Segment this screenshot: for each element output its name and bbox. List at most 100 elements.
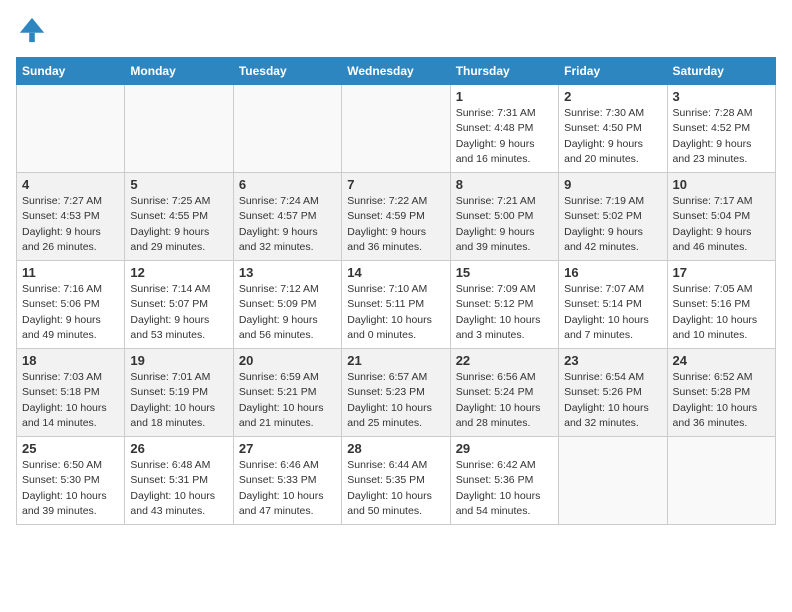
- day-number: 4: [22, 177, 119, 192]
- day-number: 12: [130, 265, 227, 280]
- day-info: Sunrise: 7:27 AMSunset: 4:53 PMDaylight:…: [22, 194, 119, 255]
- day-number: 6: [239, 177, 336, 192]
- day-info: Sunrise: 6:48 AMSunset: 5:31 PMDaylight:…: [130, 458, 227, 519]
- day-number: 7: [347, 177, 444, 192]
- page-header: [16, 16, 776, 49]
- day-number: 28: [347, 441, 444, 456]
- day-number: 15: [456, 265, 553, 280]
- day-number: 18: [22, 353, 119, 368]
- day-info: Sunrise: 7:01 AMSunset: 5:19 PMDaylight:…: [130, 370, 227, 431]
- calendar-week-2: 4 Sunrise: 7:27 AMSunset: 4:53 PMDaylight…: [17, 173, 776, 261]
- calendar-cell: 9Sunrise: 7:19 AMSunset: 5:02 PMDaylight…: [559, 173, 667, 261]
- day-number: 26: [130, 441, 227, 456]
- logo: [16, 16, 46, 49]
- calendar-cell: 4 Sunrise: 7:27 AMSunset: 4:53 PMDaylight…: [17, 173, 125, 261]
- calendar-cell: 5 Sunrise: 7:25 AMSunset: 4:55 PMDaylight…: [125, 173, 233, 261]
- day-info: Sunrise: 6:59 AMSunset: 5:21 PMDaylight:…: [239, 370, 336, 431]
- day-number: 22: [456, 353, 553, 368]
- calendar-cell: 29 Sunrise: 6:42 AMSunset: 5:36 PMDayligh…: [450, 437, 558, 525]
- day-info: Sunrise: 6:57 AMSunset: 5:23 PMDaylight:…: [347, 370, 444, 431]
- calendar-cell: 17 Sunrise: 7:05 AMSunset: 5:16 PMDayligh…: [667, 261, 775, 349]
- day-info: Sunrise: 6:52 AMSunset: 5:28 PMDaylight:…: [673, 370, 770, 431]
- day-info: Sunrise: 6:42 AMSunset: 5:36 PMDaylight:…: [456, 458, 553, 519]
- header-thursday: Thursday: [450, 58, 558, 85]
- day-info: Sunrise: 7:16 AMSunset: 5:06 PMDaylight:…: [22, 282, 119, 343]
- day-number: 13: [239, 265, 336, 280]
- calendar-cell: 20 Sunrise: 6:59 AMSunset: 5:21 PMDayligh…: [233, 349, 341, 437]
- calendar-cell: [667, 437, 775, 525]
- logo-icon: [18, 16, 46, 44]
- day-number: 20: [239, 353, 336, 368]
- calendar-cell: 10 Sunrise: 7:17 AMSunset: 5:04 PMDayligh…: [667, 173, 775, 261]
- calendar-body: 1 Sunrise: 7:31 AMSunset: 4:48 PMDaylight…: [17, 85, 776, 525]
- calendar-cell: 7Sunrise: 7:22 AMSunset: 4:59 PMDaylight…: [342, 173, 450, 261]
- day-info: Sunrise: 7:03 AMSunset: 5:18 PMDaylight:…: [22, 370, 119, 431]
- calendar-cell: 1 Sunrise: 7:31 AMSunset: 4:48 PMDaylight…: [450, 85, 558, 173]
- calendar-table: SundayMondayTuesdayWednesdayThursdayFrid…: [16, 57, 776, 525]
- day-number: 2: [564, 89, 661, 104]
- day-info: Sunrise: 7:07 AMSunset: 5:14 PMDaylight:…: [564, 282, 661, 343]
- day-number: 29: [456, 441, 553, 456]
- calendar-week-5: 25 Sunrise: 6:50 AMSunset: 5:30 PMDayligh…: [17, 437, 776, 525]
- day-info: Sunrise: 7:12 AMSunset: 5:09 PMDaylight:…: [239, 282, 336, 343]
- day-number: 8: [456, 177, 553, 192]
- calendar-cell: 28Sunrise: 6:44 AMSunset: 5:35 PMDayligh…: [342, 437, 450, 525]
- header-sunday: Sunday: [17, 58, 125, 85]
- day-info: Sunrise: 6:50 AMSunset: 5:30 PMDaylight:…: [22, 458, 119, 519]
- day-info: Sunrise: 7:25 AMSunset: 4:55 PMDaylight:…: [130, 194, 227, 255]
- day-number: 16: [564, 265, 661, 280]
- day-number: 25: [22, 441, 119, 456]
- calendar-week-1: 1 Sunrise: 7:31 AMSunset: 4:48 PMDaylight…: [17, 85, 776, 173]
- day-info: Sunrise: 7:30 AMSunset: 4:50 PMDaylight:…: [564, 106, 661, 167]
- day-number: 19: [130, 353, 227, 368]
- day-number: 23: [564, 353, 661, 368]
- calendar-week-3: 11 Sunrise: 7:16 AMSunset: 5:06 PMDayligh…: [17, 261, 776, 349]
- calendar-cell: 2 Sunrise: 7:30 AMSunset: 4:50 PMDaylight…: [559, 85, 667, 173]
- day-info: Sunrise: 7:14 AMSunset: 5:07 PMDaylight:…: [130, 282, 227, 343]
- calendar-cell: [233, 85, 341, 173]
- day-number: 27: [239, 441, 336, 456]
- calendar-cell: 13 Sunrise: 7:12 AMSunset: 5:09 PMDayligh…: [233, 261, 341, 349]
- header-monday: Monday: [125, 58, 233, 85]
- calendar-cell: 22 Sunrise: 6:56 AMSunset: 5:24 PMDayligh…: [450, 349, 558, 437]
- calendar-cell: [342, 85, 450, 173]
- header-friday: Friday: [559, 58, 667, 85]
- day-number: 17: [673, 265, 770, 280]
- day-info: Sunrise: 7:31 AMSunset: 4:48 PMDaylight:…: [456, 106, 553, 167]
- day-number: 1: [456, 89, 553, 104]
- day-info: Sunrise: 7:28 AMSunset: 4:52 PMDaylight:…: [673, 106, 770, 167]
- day-info: Sunrise: 7:19 AMSunset: 5:02 PMDaylight:…: [564, 194, 661, 255]
- day-number: 14: [347, 265, 444, 280]
- day-info: Sunrise: 7:24 AMSunset: 4:57 PMDaylight:…: [239, 194, 336, 255]
- calendar-cell: 24 Sunrise: 6:52 AMSunset: 5:28 PMDayligh…: [667, 349, 775, 437]
- calendar-cell: 8 Sunrise: 7:21 AMSunset: 5:00 PMDaylight…: [450, 173, 558, 261]
- day-info: Sunrise: 7:05 AMSunset: 5:16 PMDaylight:…: [673, 282, 770, 343]
- calendar-cell: [17, 85, 125, 173]
- calendar-cell: 11 Sunrise: 7:16 AMSunset: 5:06 PMDayligh…: [17, 261, 125, 349]
- day-info: Sunrise: 6:54 AMSunset: 5:26 PMDaylight:…: [564, 370, 661, 431]
- header-wednesday: Wednesday: [342, 58, 450, 85]
- day-info: Sunrise: 6:56 AMSunset: 5:24 PMDaylight:…: [456, 370, 553, 431]
- calendar-cell: 12 Sunrise: 7:14 AMSunset: 5:07 PMDayligh…: [125, 261, 233, 349]
- day-number: 10: [673, 177, 770, 192]
- calendar-cell: [125, 85, 233, 173]
- calendar-cell: 6 Sunrise: 7:24 AMSunset: 4:57 PMDaylight…: [233, 173, 341, 261]
- header-saturday: Saturday: [667, 58, 775, 85]
- calendar-header-row: SundayMondayTuesdayWednesdayThursdayFrid…: [17, 58, 776, 85]
- day-info: Sunrise: 6:46 AMSunset: 5:33 PMDaylight:…: [239, 458, 336, 519]
- day-number: 5: [130, 177, 227, 192]
- calendar-cell: 26 Sunrise: 6:48 AMSunset: 5:31 PMDayligh…: [125, 437, 233, 525]
- header-tuesday: Tuesday: [233, 58, 341, 85]
- calendar-cell: 3 Sunrise: 7:28 AMSunset: 4:52 PMDaylight…: [667, 85, 775, 173]
- calendar-cell: 19 Sunrise: 7:01 AMSunset: 5:19 PMDayligh…: [125, 349, 233, 437]
- day-number: 11: [22, 265, 119, 280]
- day-info: Sunrise: 7:10 AMSunset: 5:11 PMDaylight:…: [347, 282, 444, 343]
- day-info: Sunrise: 7:17 AMSunset: 5:04 PMDaylight:…: [673, 194, 770, 255]
- day-number: 3: [673, 89, 770, 104]
- day-info: Sunrise: 7:21 AMSunset: 5:00 PMDaylight:…: [456, 194, 553, 255]
- calendar-cell: 15Sunrise: 7:09 AMSunset: 5:12 PMDayligh…: [450, 261, 558, 349]
- calendar-cell: 21 Sunrise: 6:57 AMSunset: 5:23 PMDayligh…: [342, 349, 450, 437]
- day-number: 21: [347, 353, 444, 368]
- calendar-cell: [559, 437, 667, 525]
- day-number: 24: [673, 353, 770, 368]
